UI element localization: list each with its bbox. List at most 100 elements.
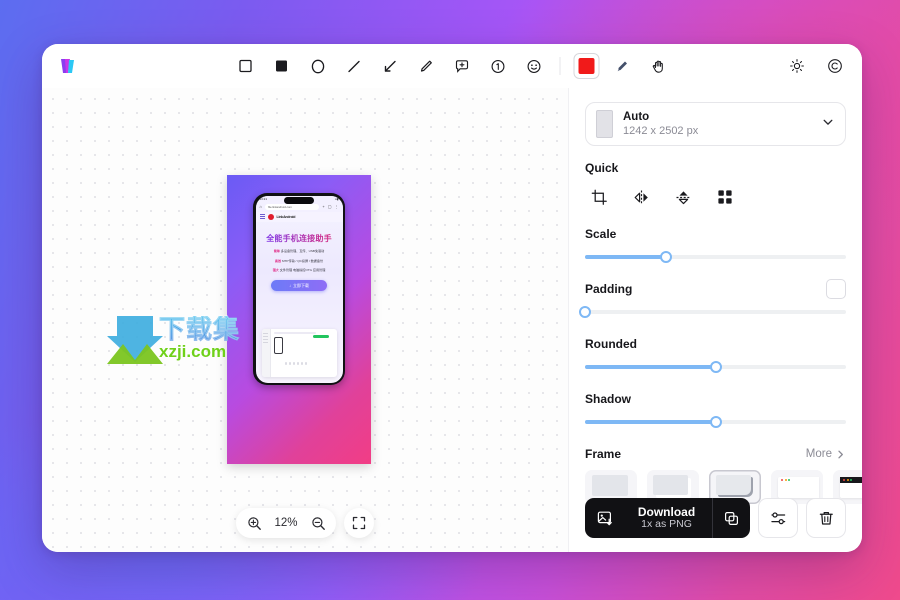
rounded-label: Rounded xyxy=(585,337,637,351)
brightness-tool[interactable] xyxy=(784,53,810,79)
url-text: file.linkandroid.com xyxy=(265,204,319,210)
rounded-slider[interactable] xyxy=(585,360,846,374)
phone-mockup: 13:21 ▪▪▮ ⌂ file.linkandroid.com + ▢ ⋮ xyxy=(253,193,345,385)
artboard[interactable]: 13:21 ▪▪▮ ⌂ file.linkandroid.com + ▢ ⋮ xyxy=(227,175,371,464)
toolbar-divider xyxy=(560,57,561,75)
app-preview-card xyxy=(262,329,337,377)
preview-dots xyxy=(285,362,308,365)
step-number-tool[interactable] xyxy=(485,53,511,79)
status-time: 13:21 xyxy=(260,197,268,201)
slider-fill xyxy=(585,255,666,259)
slider-track xyxy=(585,310,846,314)
color-swatch-button[interactable] xyxy=(574,53,600,79)
image-download-icon xyxy=(585,510,625,527)
padding-label: Padding xyxy=(585,282,632,296)
slider-thumb[interactable] xyxy=(710,361,722,373)
feature-line: 强大 文件管理 电脑操控OTG 应用管理 xyxy=(261,267,338,272)
canvas-area[interactable]: 13:21 ▪▪▮ ⌂ file.linkandroid.com + ▢ ⋮ xyxy=(42,88,568,552)
hamburger-icon xyxy=(260,214,265,218)
add-tab-icon: + xyxy=(322,205,324,209)
delete-button[interactable] xyxy=(806,498,846,538)
frame-header: Frame More xyxy=(585,447,846,461)
zoom-in-button[interactable] xyxy=(242,511,266,535)
slider-fill xyxy=(585,420,716,424)
download-sublabel: 1x as PNG xyxy=(625,519,708,531)
flip-vertical-action[interactable] xyxy=(669,185,697,209)
scale-label: Scale xyxy=(585,227,616,241)
copy-button[interactable] xyxy=(712,498,750,538)
scale-slider[interactable] xyxy=(585,250,846,264)
rectangle-outline-tool[interactable] xyxy=(233,53,259,79)
right-panel: Auto 1242 x 2502 px Quick xyxy=(568,88,862,552)
app-body: 13:21 ▪▪▮ ⌂ file.linkandroid.com + ▢ ⋮ xyxy=(42,88,862,552)
shadow-label: Shadow xyxy=(585,392,631,406)
download-button[interactable]: Download 1x as PNG xyxy=(585,498,750,538)
preview-phone-icon xyxy=(274,337,283,354)
toolbar-right-actions xyxy=(784,53,848,79)
slider-thumb[interactable] xyxy=(660,251,672,263)
crop-action[interactable] xyxy=(585,185,613,209)
quick-section-title: Quick xyxy=(585,161,846,175)
home-icon: ⌂ xyxy=(260,205,262,209)
comment-tool[interactable] xyxy=(449,53,475,79)
frame-title: Frame xyxy=(585,447,621,461)
marker-tool[interactable] xyxy=(610,53,636,79)
chevron-down-icon[interactable] xyxy=(821,115,835,134)
frame-more-button[interactable]: More xyxy=(806,448,846,460)
size-name: Auto xyxy=(623,110,811,124)
watermark-tool[interactable] xyxy=(822,53,848,79)
rounded-control: Rounded xyxy=(585,333,846,374)
tabs-icon: ▢ xyxy=(328,205,332,209)
shadow-control: Shadow xyxy=(585,388,846,429)
sticker-tool[interactable] xyxy=(521,53,547,79)
browser-dots xyxy=(778,477,819,483)
padding-slider[interactable] xyxy=(585,305,846,319)
scale-control: Scale xyxy=(585,223,846,264)
slider-fill xyxy=(585,365,716,369)
settings-button[interactable] xyxy=(758,498,798,538)
sliders-icon xyxy=(770,510,787,527)
color-swatch xyxy=(579,58,595,74)
frame-preview xyxy=(653,475,688,495)
rounded-header: Rounded xyxy=(585,333,846,355)
zoom-out-button[interactable] xyxy=(306,511,330,535)
app-logo-icon[interactable] xyxy=(56,54,80,78)
canvas-size-selector[interactable]: Auto 1242 x 2502 px xyxy=(585,102,846,146)
line-tool[interactable] xyxy=(341,53,367,79)
copy-icon xyxy=(724,511,739,526)
pencil-tool[interactable] xyxy=(413,53,439,79)
ellipse-tool[interactable] xyxy=(305,53,331,79)
app-window: 13:21 ▪▪▮ ⌂ file.linkandroid.com + ▢ ⋮ xyxy=(42,44,862,552)
browser-dots xyxy=(840,477,862,483)
chevron-right-icon xyxy=(835,449,846,460)
artwork-cta-button: ↓ 立即下载 xyxy=(271,280,327,291)
preview-sidebar xyxy=(262,329,271,377)
download-labels: Download 1x as PNG xyxy=(625,506,712,531)
feature-line: 高效 MTP传输 / QC投屏 / 数据备份 xyxy=(261,258,338,263)
grid-layout-action[interactable] xyxy=(711,185,739,209)
zoom-level-label[interactable]: 12% xyxy=(268,517,304,529)
frame-preview xyxy=(592,475,628,496)
rectangle-filled-tool[interactable] xyxy=(269,53,295,79)
menu-icon: ⋮ xyxy=(335,205,339,209)
browser-url-bar: ⌂ file.linkandroid.com + ▢ ⋮ xyxy=(256,203,343,212)
zoom-controls: 12% xyxy=(236,508,374,538)
frame-more-label: More xyxy=(806,448,832,460)
arrow-tool[interactable] xyxy=(377,53,403,79)
frame-preview xyxy=(840,477,862,498)
fit-screen-button[interactable] xyxy=(344,508,374,538)
brand-name: LinkAndroid xyxy=(277,215,296,219)
shadow-slider[interactable] xyxy=(585,415,846,429)
flip-horizontal-action[interactable] xyxy=(627,185,655,209)
hand-tool[interactable] xyxy=(646,53,672,79)
padding-color-button[interactable] xyxy=(826,279,846,299)
frame-preview xyxy=(716,475,751,495)
padding-control: Padding xyxy=(585,278,846,319)
slider-thumb[interactable] xyxy=(710,416,722,428)
toolbar xyxy=(42,44,862,88)
preview-status-pill xyxy=(313,335,329,339)
size-dimensions: 1242 x 2502 px xyxy=(623,124,811,138)
size-preview-thumb xyxy=(596,110,613,138)
slider-thumb[interactable] xyxy=(579,306,591,318)
phone-notch xyxy=(284,197,314,204)
